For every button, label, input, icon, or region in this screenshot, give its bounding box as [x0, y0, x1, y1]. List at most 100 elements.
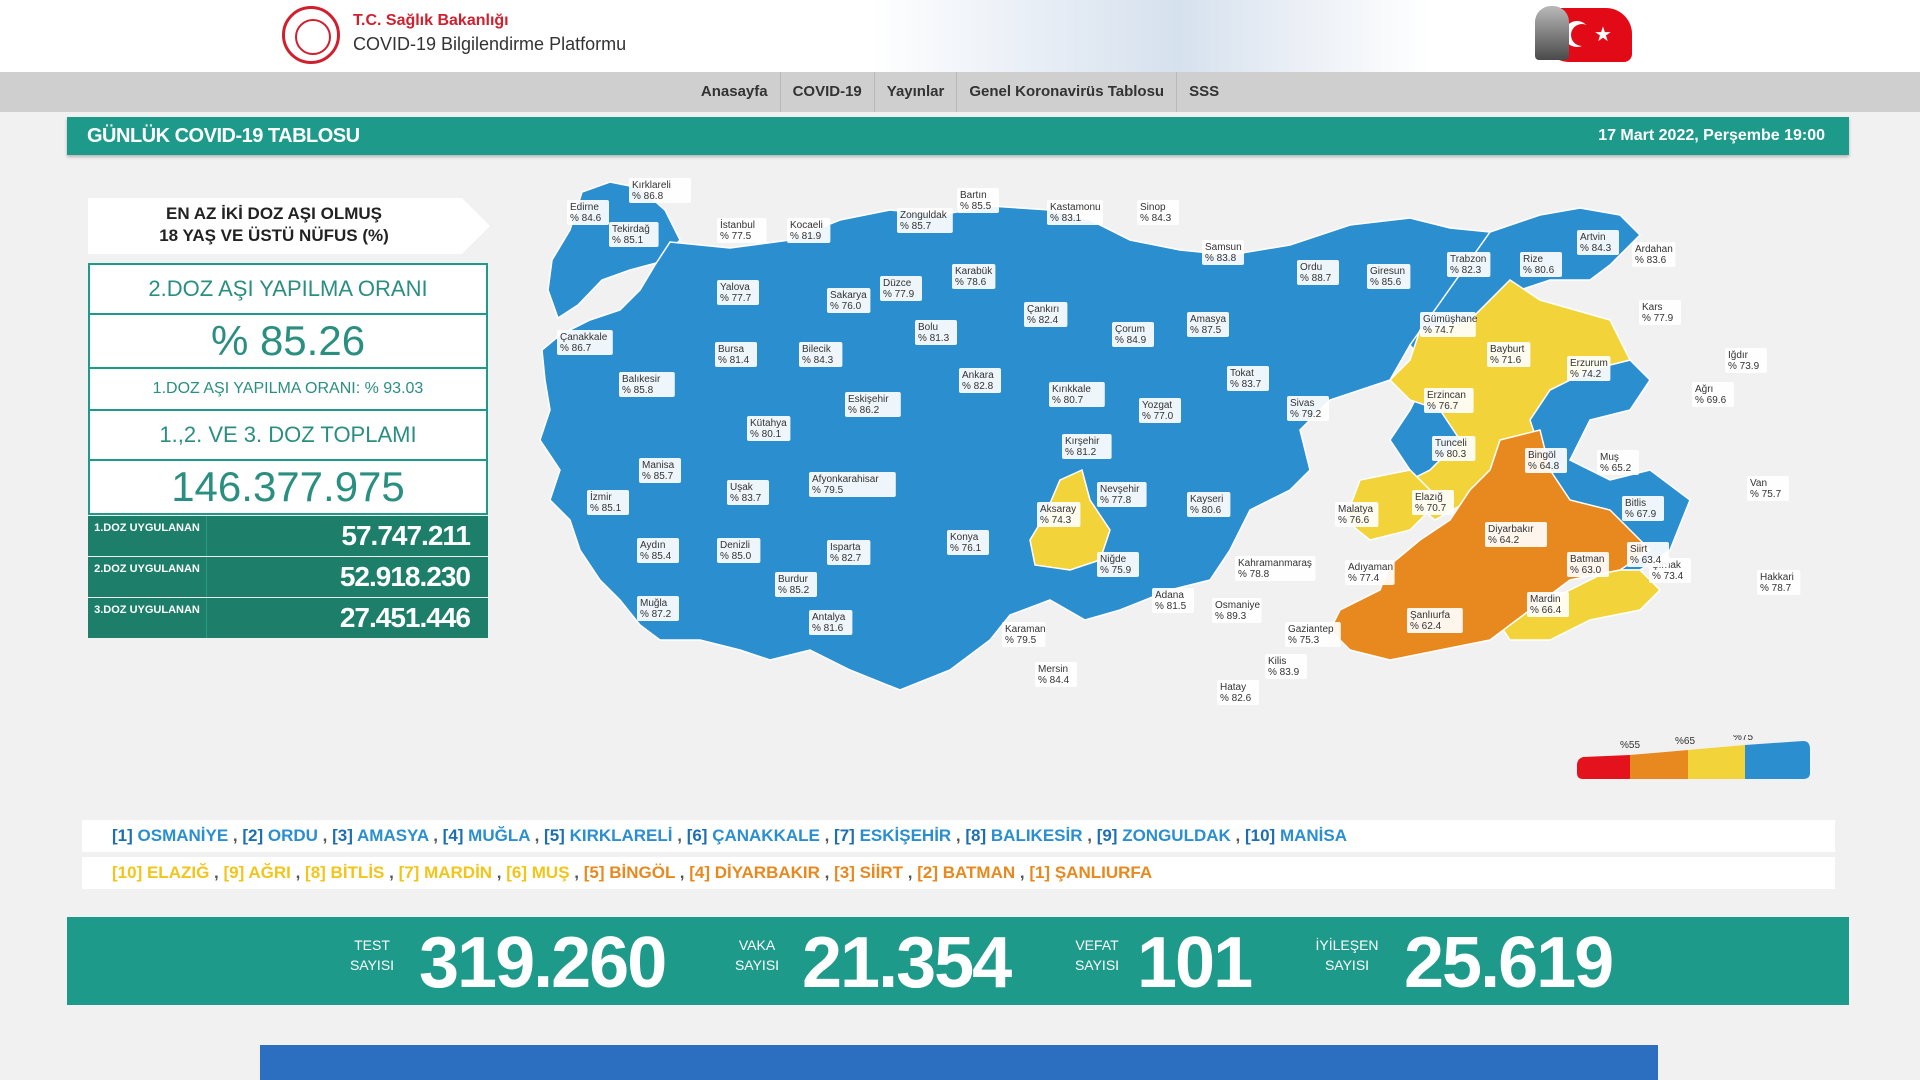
province-pct: % 81.2 [1065, 447, 1097, 458]
province-label[interactable]: Manisa% 85.7 [639, 458, 681, 483]
province-label[interactable]: Nevşehir% 77.8 [1097, 482, 1147, 507]
province-label[interactable]: Rize% 80.6 [1520, 252, 1562, 277]
province-label[interactable]: Çorum% 84.9 [1112, 322, 1154, 347]
province-label[interactable]: Karaman% 79.5 [1002, 622, 1046, 647]
province-label[interactable]: Bursa% 81.4 [715, 342, 757, 367]
province-label[interactable]: Tekirdağ% 85.1 [609, 222, 659, 247]
province-label[interactable]: Kırıkkale% 80.7 [1049, 382, 1105, 407]
province-label[interactable]: Malatya% 76.6 [1335, 502, 1379, 527]
province-label[interactable]: Karabük% 78.6 [952, 264, 996, 289]
province-label[interactable]: Kilis% 83.9 [1265, 654, 1307, 679]
province-label[interactable]: Eskişehir% 86.2 [845, 392, 901, 417]
province-label[interactable]: Ankara% 82.8 [959, 368, 1001, 393]
nav-genel-tablo[interactable]: Genel Koronavirüs Tablosu [957, 72, 1178, 112]
province-name: Ordu [1300, 262, 1322, 273]
province-label[interactable]: Hakkari% 78.7 [1757, 570, 1801, 595]
ministry-name[interactable]: T.C. Sağlık Bakanlığı [353, 12, 509, 30]
province-label[interactable]: Adana% 81.5 [1152, 588, 1194, 613]
province-label[interactable]: Kars% 77.9 [1639, 300, 1681, 325]
province-label[interactable]: Bartın% 85.5 [957, 188, 999, 213]
province-label[interactable]: Kırklareli% 86.8 [629, 178, 691, 203]
province-label[interactable]: Çanakkale% 86.7 [557, 330, 613, 355]
province-label[interactable]: Mersin% 84.4 [1035, 662, 1077, 687]
province-name: Kırşehir [1065, 436, 1100, 447]
province-label[interactable]: Osmaniye% 89.3 [1212, 598, 1262, 623]
province-label[interactable]: Van% 75.7 [1747, 476, 1789, 501]
province-label[interactable]: Ordu% 88.7 [1297, 260, 1339, 285]
province-label[interactable]: Çankırı% 82.4 [1024, 302, 1068, 327]
province-label[interactable]: İzmir% 85.1 [587, 490, 629, 515]
province-label[interactable]: Kocaeli% 81.9 [787, 218, 831, 243]
province-label[interactable]: Sivas% 79.2 [1287, 396, 1329, 421]
case-label: VAKA SAYISI [734, 937, 780, 973]
province-label[interactable]: Sakarya% 76.0 [827, 288, 871, 313]
province-label[interactable]: Muş% 65.2 [1597, 450, 1639, 475]
province-label[interactable]: Balıkesir% 85.8 [619, 372, 675, 397]
province-label[interactable]: Burdur% 85.2 [775, 572, 817, 597]
rank-number: [5] [583, 863, 605, 882]
province-label[interactable]: Düzce% 77.9 [880, 276, 922, 301]
province-label[interactable]: Ardahan% 83.6 [1632, 242, 1676, 267]
province-label[interactable]: Samsun% 83.8 [1202, 240, 1244, 265]
province-name: Bingöl [1528, 450, 1556, 461]
province-label[interactable]: Aydın% 85.4 [637, 538, 679, 563]
province-label[interactable]: Artvin% 84.3 [1577, 230, 1619, 255]
nav-covid19[interactable]: COVID-19 [781, 72, 875, 112]
bottom-banner[interactable] [260, 1045, 1658, 1080]
province-label[interactable]: Afyonkarahisar% 79.5 [809, 472, 896, 497]
province-label[interactable]: Yalova% 77.7 [717, 280, 759, 305]
province-label[interactable]: Kırşehir% 81.2 [1062, 434, 1112, 459]
province-label[interactable]: Kastamonu% 83.1 [1047, 200, 1103, 225]
province-label[interactable]: Kayseri% 80.6 [1187, 492, 1231, 517]
province-label[interactable]: Niğde% 75.9 [1097, 552, 1139, 577]
province-name: Batman [1570, 554, 1604, 565]
nav-yayinlar[interactable]: Yayınlar [875, 72, 958, 112]
province-label[interactable]: İstanbul% 77.5 [717, 218, 767, 243]
province-label[interactable]: Elazığ% 70.7 [1412, 490, 1454, 515]
province-label[interactable]: Gaziantep% 75.3 [1285, 622, 1341, 647]
province-label[interactable]: Muğla% 87.2 [637, 596, 679, 621]
province-label[interactable]: Diyarbakır% 64.2 [1485, 522, 1547, 547]
province-label[interactable]: Yozgat% 77.0 [1139, 398, 1181, 423]
ministry-logo-icon[interactable] [282, 6, 340, 64]
province-label[interactable]: Tokat% 83.7 [1227, 366, 1269, 391]
province-pct: % 87.5 [1190, 325, 1222, 336]
province-label[interactable]: Aksaray% 74.3 [1037, 502, 1081, 527]
province-label[interactable]: Erzincan% 76.7 [1424, 388, 1474, 413]
province-label[interactable]: Bingöl% 64.8 [1525, 448, 1567, 473]
province-label[interactable]: Trabzon% 82.3 [1447, 252, 1491, 277]
rank-number: [1] [112, 826, 133, 845]
rank-number: [5] [544, 826, 565, 845]
province-label[interactable]: Erzurum% 74.2 [1567, 356, 1611, 381]
province-label[interactable]: Antalya% 81.6 [809, 610, 853, 635]
province-label[interactable]: Bolu% 81.3 [915, 320, 957, 345]
province-label[interactable]: Kütahya% 80.1 [747, 416, 791, 441]
province-label[interactable]: Tunceli% 80.3 [1432, 436, 1476, 461]
province-label[interactable]: Adıyaman% 77.4 [1345, 560, 1395, 585]
province-label[interactable]: Iğdır% 73.9 [1725, 348, 1767, 373]
province-label[interactable]: Konya% 76.1 [947, 530, 989, 555]
province-label[interactable]: Edirne% 84.6 [567, 200, 609, 225]
platform-name[interactable]: COVID-19 Bilgilendirme Platformu [353, 34, 626, 55]
dose2-rate-label: 2.DOZ AŞI YAPILMA ORANI [88, 263, 488, 315]
province-label[interactable]: Hatay% 82.6 [1217, 680, 1259, 705]
province-label[interactable]: Giresun% 85.6 [1367, 264, 1411, 289]
province-label[interactable]: Bayburt% 71.6 [1487, 342, 1531, 367]
province-label[interactable]: Kahramanmaraş% 78.8 [1235, 556, 1316, 581]
province-label[interactable]: Batman% 63.0 [1567, 552, 1609, 577]
province-label[interactable]: Zonguldak% 85.7 [897, 208, 953, 233]
province-label[interactable]: Mardin% 66.4 [1527, 592, 1569, 617]
province-label[interactable]: Gümüşhane% 74.7 [1420, 312, 1478, 337]
province-label[interactable]: Siirt% 63.4 [1627, 542, 1669, 567]
province-label[interactable]: Ağrı% 69.6 [1692, 382, 1734, 407]
province-label[interactable]: Bitlis% 67.9 [1622, 496, 1664, 521]
nav-anasayfa[interactable]: Anasayfa [689, 72, 781, 112]
nav-sss[interactable]: SSS [1177, 72, 1231, 112]
province-label[interactable]: Isparta% 82.7 [827, 540, 871, 565]
province-label[interactable]: Sinop% 84.3 [1137, 200, 1179, 225]
province-label[interactable]: Şanlıurfa% 62.4 [1407, 608, 1463, 633]
province-label[interactable]: Amasya% 87.5 [1187, 312, 1229, 337]
province-label[interactable]: Denizli% 85.0 [717, 538, 761, 563]
province-label[interactable]: Uşak% 83.7 [727, 480, 769, 505]
province-label[interactable]: Bilecik% 84.3 [799, 342, 843, 367]
